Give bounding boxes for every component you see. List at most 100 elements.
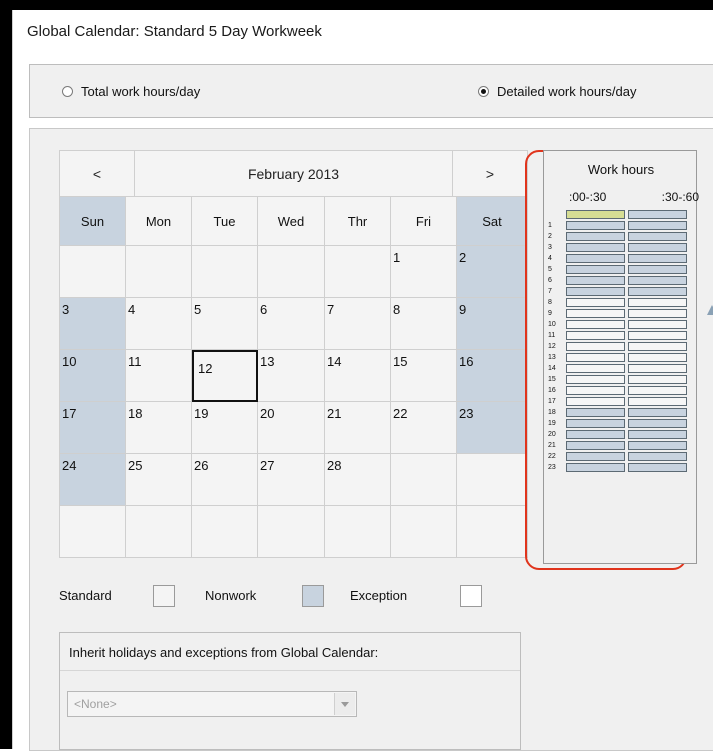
radio-detailed-dot[interactable] [478,86,489,97]
slot-second-half[interactable] [628,375,687,384]
day-cell[interactable] [60,506,126,558]
slot-second-half[interactable] [628,386,687,395]
day-cell[interactable] [325,506,391,558]
day-number: 7 [327,302,335,317]
slot-first-half[interactable] [566,276,625,285]
day-cell[interactable]: 17 [60,402,126,454]
slot-second-half[interactable] [628,408,687,417]
slot-second-half[interactable] [628,287,687,296]
slot-second-half[interactable] [628,221,687,230]
day-cell[interactable] [192,246,258,298]
slot-first-half[interactable] [566,210,625,219]
day-cell[interactable]: 4 [126,298,192,350]
slot-second-half[interactable] [628,342,687,351]
slot-second-half[interactable] [628,463,687,472]
day-cell[interactable] [391,506,457,558]
slot-second-half[interactable] [628,441,687,450]
slot-second-half[interactable] [628,243,687,252]
slot-first-half[interactable] [566,386,625,395]
slot-second-half[interactable] [628,430,687,439]
slot-second-half[interactable] [628,331,687,340]
day-cell[interactable]: 6 [258,298,325,350]
day-cell[interactable] [391,454,457,506]
slot-first-half[interactable] [566,331,625,340]
slot-first-half[interactable] [566,342,625,351]
day-cell[interactable]: 25 [126,454,192,506]
day-cell[interactable]: 8 [391,298,457,350]
slot-first-half[interactable] [566,364,625,373]
day-cell[interactable]: 3 [60,298,126,350]
slot-second-half[interactable] [628,397,687,406]
slot-first-half[interactable] [566,441,625,450]
day-cell[interactable] [258,246,325,298]
slot-second-half[interactable] [628,452,687,461]
next-month-button[interactable]: > [453,151,528,197]
slot-second-half[interactable] [628,364,687,373]
slot-first-half[interactable] [566,298,625,307]
day-cell[interactable]: 1 [391,246,457,298]
day-cell[interactable]: 5 [192,298,258,350]
slot-first-half[interactable] [566,221,625,230]
day-cell[interactable]: 21 [325,402,391,454]
dropdown-arrow-button[interactable] [334,693,355,715]
slot-first-half[interactable] [566,254,625,263]
slot-first-half[interactable] [566,320,625,329]
radio-total-dot[interactable] [62,86,73,97]
day-cell[interactable]: 24 [60,454,126,506]
slot-first-half[interactable] [566,430,625,439]
slot-first-half[interactable] [566,463,625,472]
slot-first-half[interactable] [566,419,625,428]
day-cell[interactable] [325,246,391,298]
day-cell[interactable]: 28 [325,454,391,506]
slot-first-half[interactable] [566,452,625,461]
slot-second-half[interactable] [628,309,687,318]
day-cell[interactable]: 19 [192,402,258,454]
day-cell[interactable] [126,506,192,558]
slot-second-half[interactable] [628,232,687,241]
day-cell[interactable]: 7 [325,298,391,350]
day-cell[interactable]: 15 [391,350,457,402]
radio-total-work-hours[interactable]: Total work hours/day [62,84,200,99]
slot-first-half[interactable] [566,408,625,417]
slot-first-half[interactable] [566,397,625,406]
day-cell[interactable] [457,506,528,558]
slot-second-half[interactable] [628,320,687,329]
day-cell[interactable]: 26 [192,454,258,506]
day-cell[interactable]: 2 [457,246,528,298]
day-cell[interactable] [60,246,126,298]
slot-first-half[interactable] [566,232,625,241]
day-cell[interactable] [126,246,192,298]
day-cell[interactable]: 13 [258,350,325,402]
day-cell[interactable]: 11 [126,350,192,402]
day-cell[interactable]: 9 [457,298,528,350]
slot-first-half[interactable] [566,375,625,384]
day-cell[interactable]: 16 [457,350,528,402]
day-cell[interactable]: 23 [457,402,528,454]
radio-detailed-work-hours[interactable]: Detailed work hours/day [478,84,636,99]
day-cell[interactable]: 10 [60,350,126,402]
slot-second-half[interactable] [628,298,687,307]
slot-second-half[interactable] [628,353,687,362]
slot-second-half[interactable] [628,419,687,428]
slot-first-half[interactable] [566,353,625,362]
day-cell[interactable]: 14 [325,350,391,402]
hour-label: 10 [548,321,556,328]
day-cell[interactable]: 20 [258,402,325,454]
slot-second-half[interactable] [628,265,687,274]
slot-first-half[interactable] [566,243,625,252]
day-cell[interactable] [258,506,325,558]
slot-first-half[interactable] [566,287,625,296]
slot-first-half[interactable] [566,309,625,318]
prev-month-button[interactable]: < [60,151,135,197]
slot-second-half[interactable] [628,210,687,219]
day-cell[interactable]: 27 [258,454,325,506]
slot-second-half[interactable] [628,276,687,285]
slot-second-half[interactable] [628,254,687,263]
day-cell[interactable]: 22 [391,402,457,454]
day-cell[interactable]: 18 [126,402,192,454]
day-cell-selected[interactable]: 12 [192,350,258,402]
slot-first-half[interactable] [566,265,625,274]
day-cell[interactable] [457,454,528,506]
inherit-calendar-dropdown[interactable]: <None> [67,691,357,717]
day-cell[interactable] [192,506,258,558]
